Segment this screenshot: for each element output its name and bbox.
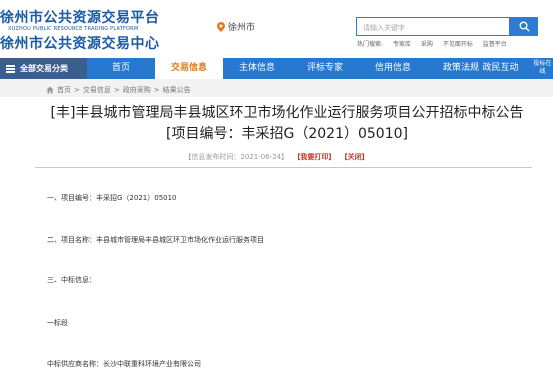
breadcrumb-item-current[interactable]: 结果公告 bbox=[163, 85, 191, 95]
logo-title-center: 徐州市公共资源交易中心 bbox=[0, 36, 160, 52]
all-categories-button[interactable]: 全部交易分类 bbox=[0, 58, 87, 79]
logo-title-platform: 徐州市公共资源交易平台 bbox=[0, 10, 160, 26]
close-link[interactable]: 【关闭】 bbox=[341, 153, 369, 161]
menu-icon bbox=[6, 64, 15, 73]
nav-item-interaction[interactable]: 政民互动 bbox=[463, 58, 538, 79]
site-header: 徐州市公共资源交易平台 XUZHOU PUBLIC RESOURCE TRADI… bbox=[0, 0, 553, 58]
nav-item-home[interactable]: 首页 bbox=[87, 58, 155, 79]
breadcrumb-item[interactable]: 政府采购 bbox=[123, 85, 151, 95]
project-number-text: 一、项目编号：丰采招G（2021）05010 bbox=[47, 194, 177, 202]
lot-label: 一标段 bbox=[47, 319, 68, 327]
hot-word-link[interactable]: 专家库 bbox=[393, 41, 411, 48]
article-panel: [丰]丰县城市管理局丰县城区环卫市场化作业运行服务项目公开招标中标公告[项目编号… bbox=[0, 97, 553, 384]
nav-item-entity-info[interactable]: 主体信息 bbox=[223, 58, 291, 79]
search-button[interactable] bbox=[510, 17, 538, 36]
nav-item-online-bid[interactable]: 投标在线 bbox=[532, 60, 553, 76]
title-divider bbox=[35, 167, 532, 168]
hot-words-label: 热门搜索: bbox=[357, 41, 384, 48]
breadcrumb-separator: > bbox=[153, 86, 160, 94]
breadcrumb-item[interactable]: 交易信息 bbox=[83, 85, 111, 95]
breadcrumb-separator: > bbox=[74, 86, 80, 94]
main-nav: 全部交易分类 首页 交易信息 主体信息 评标专家 信用信息 政策法规 政民互动 … bbox=[0, 58, 553, 79]
site-logo[interactable]: 徐州市公共资源交易平台 XUZHOU PUBLIC RESOURCE TRADI… bbox=[0, 3, 165, 53]
nav-item-experts[interactable]: 评标专家 bbox=[291, 58, 359, 79]
publish-date: 【信息发布时间：2021-06-24】 bbox=[184, 153, 289, 161]
search-input[interactable]: 请输入关键字 bbox=[356, 17, 510, 36]
search-icon bbox=[519, 21, 529, 32]
location-label: 徐州市 bbox=[228, 23, 256, 33]
location-selector[interactable]: 徐州市 bbox=[217, 20, 255, 33]
location-pin-icon bbox=[217, 21, 225, 32]
home-icon bbox=[46, 86, 54, 94]
nav-item-credit-info[interactable]: 信用信息 bbox=[359, 58, 427, 79]
winning-supplier-text: 中标供应商名称：长沙中联重科环境产业有限公司 bbox=[47, 360, 201, 368]
breadcrumb: 首页 > 交易信息 > 政府采购 > 结果公告 bbox=[46, 85, 191, 95]
breadcrumb-item[interactable]: 首页 bbox=[57, 85, 71, 95]
award-info-heading: 三、中标信息： bbox=[47, 276, 96, 284]
hot-search-words: 热门搜索: 专家库 采购 不见面开标 监督平台 bbox=[357, 39, 515, 48]
nav-item-trading-info[interactable]: 交易信息 bbox=[155, 58, 223, 79]
hot-word-link[interactable]: 采购 bbox=[421, 41, 433, 48]
all-categories-label: 全部交易分类 bbox=[20, 64, 68, 73]
article-title: [丰]丰县城市管理局丰县城区环卫市场化作业运行服务项目公开招标中标公告[项目编号… bbox=[50, 105, 524, 142]
article-meta: 【信息发布时间：2021-06-24】 【我要打印】 【关闭】 bbox=[0, 152, 553, 162]
print-link[interactable]: 【我要打印】 bbox=[293, 153, 335, 161]
logo-english-subtitle: XUZHOU PUBLIC RESOURCE TRADING PLATFORM bbox=[8, 26, 139, 32]
breadcrumb-separator: > bbox=[113, 86, 120, 94]
project-name-text: 二、项目名称：丰县城市管理局丰县城区环卫市场化作业运行服务项目 bbox=[47, 236, 264, 244]
hot-word-link[interactable]: 不见面开标 bbox=[443, 41, 473, 48]
hot-word-link[interactable]: 监督平台 bbox=[483, 41, 507, 48]
